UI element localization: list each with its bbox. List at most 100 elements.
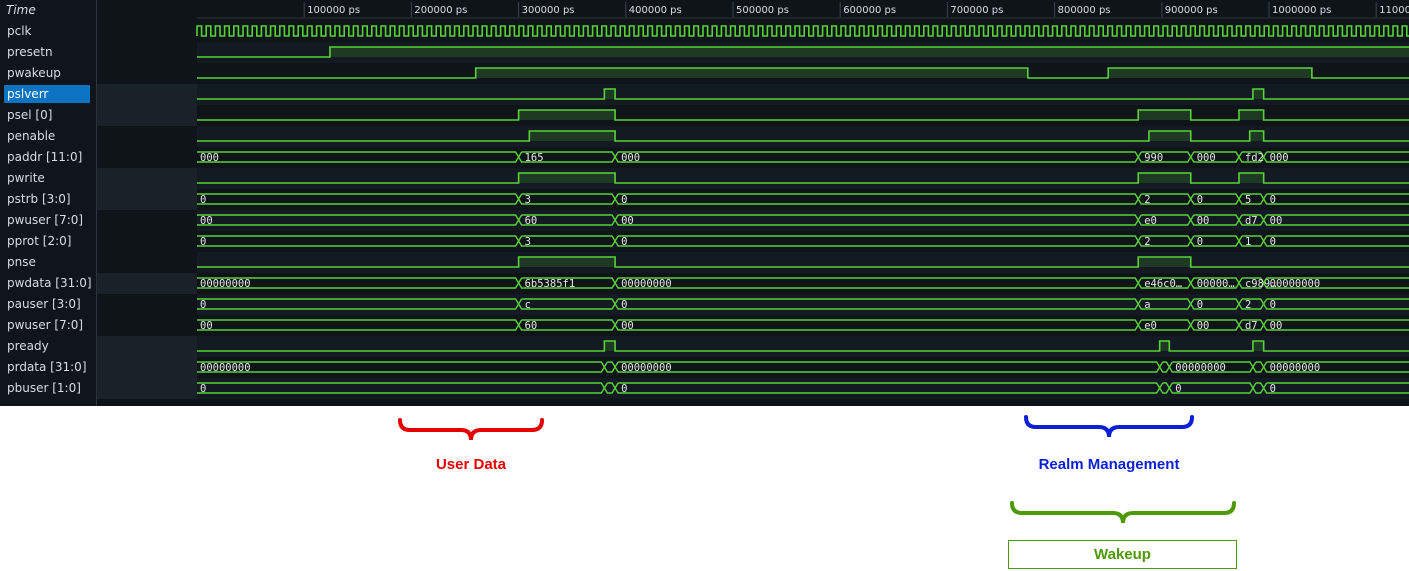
- bus-value: 00000000: [1270, 278, 1321, 290]
- bus-value: a: [1144, 299, 1150, 311]
- bus-value: 0: [621, 236, 627, 248]
- bus-value: 00: [1197, 320, 1210, 332]
- bus-value: 0: [200, 299, 206, 311]
- time-tick-label: 400000 ps: [629, 5, 682, 16]
- row-band: [197, 126, 1409, 147]
- bus-value: 0: [1270, 383, 1276, 395]
- time-tick-label: 800000 ps: [1058, 5, 1111, 16]
- bus-segment: [603, 361, 616, 373]
- bus-segment: [614, 361, 1161, 373]
- bus-value: 3: [525, 236, 531, 248]
- bus-value: 000: [621, 152, 640, 164]
- bus-value: 0: [200, 383, 206, 395]
- bus-value: 000: [1270, 152, 1289, 164]
- bus-value: 00: [621, 320, 634, 332]
- bus-value: 5: [1245, 194, 1251, 206]
- bus-value: 00: [1197, 215, 1210, 227]
- clock-wave: [196, 25, 1409, 37]
- bus-value: d7: [1245, 320, 1258, 332]
- time-header: Time: [6, 3, 36, 17]
- bus-value: 60: [525, 320, 538, 332]
- time-tick-label: 900000 ps: [1165, 5, 1218, 16]
- bus-value: 00000000: [200, 362, 251, 374]
- bus-value: 0: [1270, 299, 1276, 311]
- realm-management-brace: [1024, 415, 1194, 438]
- bus-value: fd2: [1245, 152, 1264, 164]
- waveform-canvas[interactable]: 100000 ps 200000 ps 300000 ps 400000 ps 5000…: [0, 0, 1409, 406]
- bus-value: 000: [1197, 152, 1216, 164]
- high-fill: [1148, 131, 1191, 141]
- bus-segment: [197, 361, 606, 373]
- user-data-brace: [398, 418, 544, 441]
- time-tick-label: 200000 ps: [414, 5, 467, 16]
- wakeup-label: Wakeup: [1008, 540, 1237, 569]
- bus-value: 00000000: [621, 362, 672, 374]
- time-tick-label: 300000 ps: [522, 5, 575, 16]
- bus-value: 0: [200, 194, 206, 206]
- bus-value: c: [525, 299, 531, 311]
- bus-value: 0: [1270, 236, 1276, 248]
- bus-value: 00000000: [1175, 362, 1226, 374]
- time-tick-label: 100000 ps: [307, 5, 360, 16]
- high-fill: [518, 257, 616, 267]
- time-tick-label: 700000 ps: [950, 5, 1003, 16]
- high-fill: [329, 47, 1409, 57]
- high-fill: [1159, 341, 1170, 351]
- bus-value: 1: [1245, 236, 1251, 248]
- bus-value: 2: [1144, 236, 1150, 248]
- high-fill: [518, 110, 616, 120]
- bus-value: 0: [200, 236, 206, 248]
- bus-value: 990: [1144, 152, 1163, 164]
- realm-management-label: Realm Management: [1038, 456, 1180, 473]
- bus-segment: [1262, 235, 1409, 247]
- bus-value: 0: [621, 194, 627, 206]
- bus-value: 000: [200, 152, 219, 164]
- bus-value: 00: [1270, 320, 1283, 332]
- bus-segment: [517, 193, 616, 205]
- high-fill: [604, 89, 616, 99]
- bus-value: 165: [525, 152, 544, 164]
- high-fill: [1249, 131, 1264, 141]
- bus-segment: [1262, 193, 1409, 205]
- bus-segment: [614, 193, 1140, 205]
- time-tick-label: 500000 ps: [736, 5, 789, 16]
- row-band: [197, 252, 1409, 273]
- row-band: [197, 168, 1409, 189]
- bus-value: 0: [1175, 383, 1181, 395]
- user-data-label: User Data: [435, 456, 507, 473]
- high-fill: [1138, 110, 1191, 120]
- bus-segment: [197, 319, 520, 331]
- bus-segment: [197, 151, 520, 163]
- bus-value: 0: [621, 299, 627, 311]
- bus-value: 2: [1144, 194, 1150, 206]
- bus-value: 0: [1197, 194, 1203, 206]
- high-fill: [604, 341, 616, 351]
- row-band: [197, 210, 1409, 231]
- bus-value: e0: [1144, 320, 1157, 332]
- bus-value: e0: [1144, 215, 1157, 227]
- waveform-viewer: pclk presetn pwakeup pslverr psel [0] penable…: [0, 0, 1409, 406]
- row-band: [197, 294, 1409, 315]
- row-band: [197, 84, 1409, 105]
- high-fill: [1238, 173, 1264, 183]
- high-fill: [1108, 68, 1312, 78]
- bus-value: 3: [525, 194, 531, 206]
- bus-segment: [614, 151, 1140, 163]
- wakeup-brace: [1010, 501, 1236, 524]
- high-fill: [475, 68, 1028, 78]
- bit-wave: [197, 109, 1409, 121]
- bus-value: e46c0…: [1144, 278, 1182, 290]
- bus-value: 0: [1270, 194, 1276, 206]
- bus-segment: [197, 193, 520, 205]
- time-tick-label: 1100000 ps: [1379, 5, 1409, 16]
- bus-segment: [197, 235, 520, 247]
- bus-value: 00000000: [1270, 362, 1321, 374]
- bus-value: 60: [525, 215, 538, 227]
- high-fill: [1252, 89, 1264, 99]
- bus-value: 00: [200, 215, 213, 227]
- bus-segment: [614, 277, 1140, 289]
- bus-value: 00000000: [200, 278, 251, 290]
- bus-segment: [1252, 361, 1265, 373]
- bus-segment: [1262, 319, 1409, 331]
- row-band: [197, 378, 1409, 399]
